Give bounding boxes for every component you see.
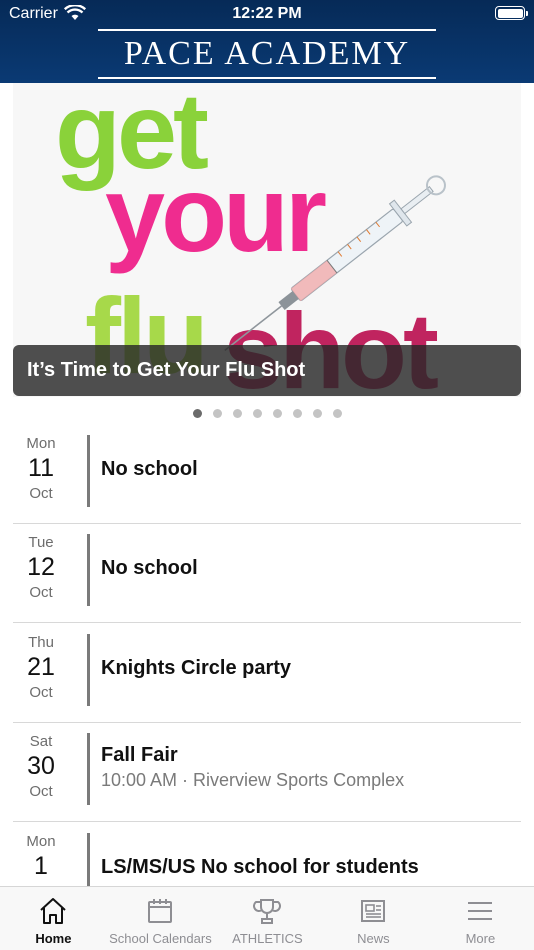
event-month: Oct xyxy=(29,485,53,502)
tab-more[interactable]: More xyxy=(427,887,534,950)
newspaper-icon xyxy=(361,900,386,922)
event-weekday: Tue xyxy=(28,534,54,552)
tab-home-label: Home xyxy=(35,931,72,946)
school-logo: PACE ACADEMY xyxy=(98,29,436,79)
event-divider xyxy=(87,832,90,886)
tab-more-label: More xyxy=(465,931,496,946)
event-weekday: Mon xyxy=(26,832,56,850)
event-day: 30 xyxy=(27,752,55,781)
calendar-icon xyxy=(148,899,173,923)
event-subtitle: 10:00 AM · Riverview Sports Complex xyxy=(101,770,405,791)
tab-athletics-label: ATHLETICS xyxy=(232,931,303,946)
event-title: No school xyxy=(101,557,198,580)
event-date: Sat 30 Oct xyxy=(13,733,69,800)
tab-school-calendars-label: School Calendars xyxy=(109,931,212,946)
event-date: Mon 11 Oct xyxy=(13,435,69,502)
carousel-dot[interactable] xyxy=(272,409,282,418)
event-date: Thu 21 Oct xyxy=(13,634,69,701)
news-carousel[interactable]: get your flu shot It’s Time to Get Your … xyxy=(13,83,521,397)
home-icon xyxy=(40,898,67,924)
event-month: Oct xyxy=(29,783,53,801)
carousel-dot[interactable] xyxy=(292,409,302,418)
tab-home[interactable]: Home xyxy=(0,887,107,950)
battery-icon xyxy=(495,6,528,20)
trophy-icon xyxy=(253,899,282,924)
carousel-dot[interactable] xyxy=(252,409,262,418)
event-day: 1 xyxy=(34,851,48,880)
event-weekday: Mon xyxy=(26,435,56,452)
event-divider xyxy=(87,435,90,507)
event-title: Fall Fair xyxy=(101,744,178,767)
app-header: Carrier 12:22 PM PACE ACADEMY xyxy=(0,0,534,83)
carousel-dot[interactable] xyxy=(332,409,342,418)
carousel-dot[interactable] xyxy=(192,409,202,418)
event-month: Oct xyxy=(29,683,53,701)
event-date: Mon 1 xyxy=(13,833,69,883)
carousel-page-indicator[interactable] xyxy=(0,409,534,419)
status-time: 12:22 PM xyxy=(232,5,302,22)
tab-news[interactable]: News xyxy=(320,887,427,950)
event-day: 11 xyxy=(28,454,54,482)
slide-art-word: your xyxy=(105,153,326,274)
event-month: Oct xyxy=(29,584,53,602)
event-row[interactable]: Thu 21 Oct Knights Circle party xyxy=(13,624,521,723)
menu-icon xyxy=(468,902,493,920)
event-title: Knights Circle party xyxy=(101,656,292,679)
event-date: Tue 12 Oct xyxy=(13,534,69,601)
event-day: 12 xyxy=(27,553,55,582)
tab-news-label: News xyxy=(357,931,390,946)
tab-school-calendars[interactable]: School Calendars xyxy=(107,887,214,950)
event-row[interactable]: Mon 1 LS/MS/US No school for students xyxy=(13,823,521,886)
tab-athletics[interactable]: ATHLETICS xyxy=(214,887,321,950)
event-row[interactable]: Tue 12 Oct No school xyxy=(13,524,521,624)
slide-caption[interactable]: It’s Time to Get Your Flu Shot xyxy=(13,345,521,396)
event-row[interactable]: Mon 11 Oct No school xyxy=(13,425,521,524)
tab-bar: Home School Calendars ATHLETICS News Mor… xyxy=(0,886,534,950)
event-divider xyxy=(87,733,90,806)
event-title: LS/MS/US No school for students xyxy=(101,855,419,878)
event-divider xyxy=(87,534,90,607)
event-title: No school xyxy=(101,458,198,480)
event-day: 21 xyxy=(27,652,55,681)
events-list: Mon 11 Oct No school Tue 12 Oct No school Thu 21 O… xyxy=(13,425,521,886)
carousel-dot[interactable] xyxy=(232,409,242,418)
event-weekday: Sat xyxy=(29,733,53,751)
logo-text: PACE ACADEMY xyxy=(123,35,411,72)
event-row[interactable]: Sat 30 Oct Fall Fair 10:00 AM · Riverview Sp… xyxy=(13,723,521,823)
carousel-dot[interactable] xyxy=(212,409,222,418)
event-divider xyxy=(87,633,90,706)
event-weekday: Thu xyxy=(28,633,54,651)
carousel-dot[interactable] xyxy=(312,409,322,418)
status-bar: Carrier 12:22 PM xyxy=(0,0,534,28)
